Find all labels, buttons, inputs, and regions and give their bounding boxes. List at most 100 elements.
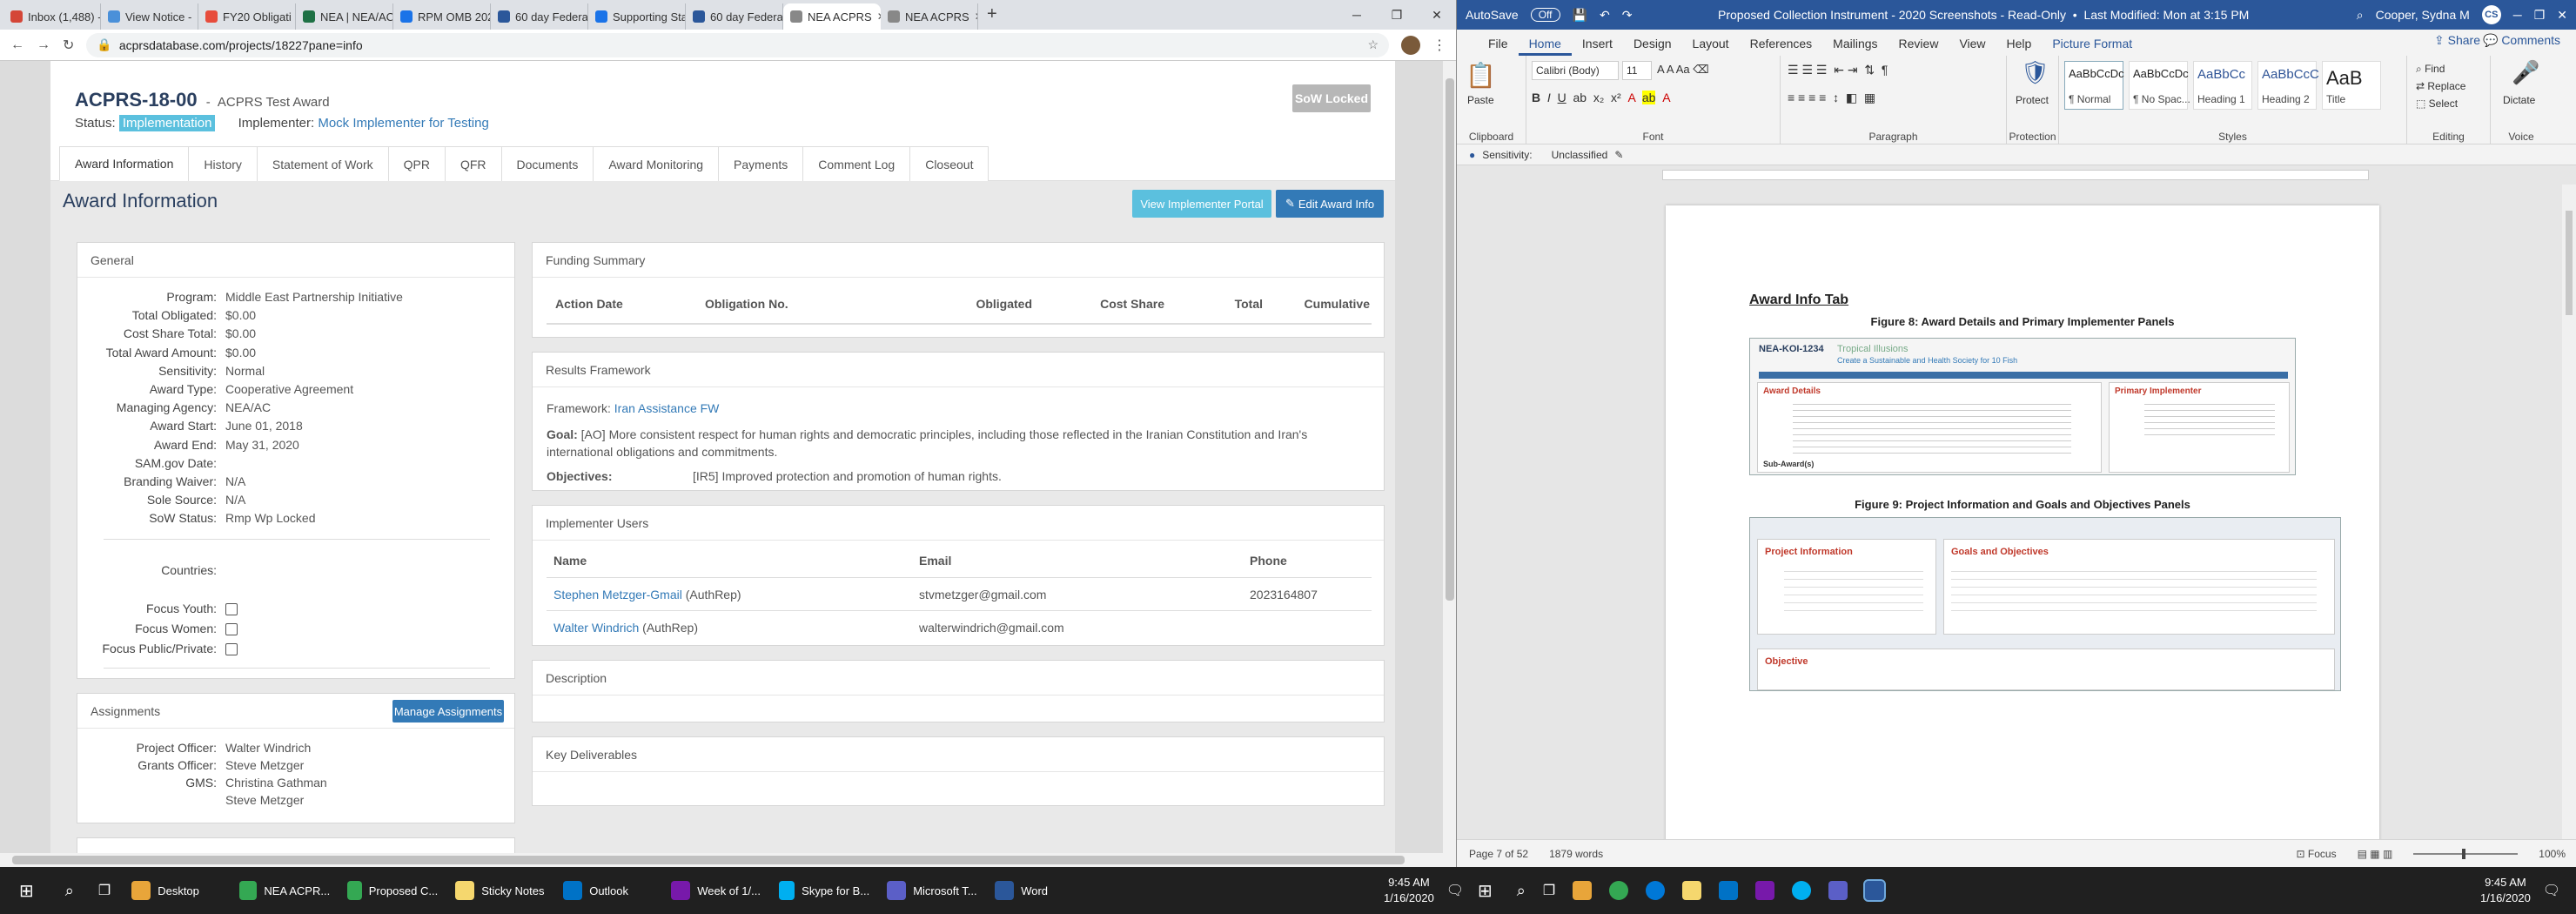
ribbon-tab-layout[interactable]: Layout	[1682, 37, 1740, 56]
taskbar-app[interactable]: Sticky Notes	[446, 867, 554, 914]
grants-officer-link[interactable]: Steve Metzger	[225, 758, 304, 772]
tab-statement-of-work[interactable]: Statement of Work	[256, 146, 389, 181]
task-view-icon[interactable]: ❐	[86, 867, 123, 914]
taskbar-app[interactable]: Proposed C...	[339, 867, 446, 914]
minimize-icon[interactable]: ─	[1337, 8, 1377, 22]
style-preset[interactable]: AaBbCcDc ¶ No Spac...	[2129, 61, 2190, 110]
select-button[interactable]: ⬚ Select	[2416, 97, 2458, 110]
tab-closeout[interactable]: Closeout	[909, 146, 989, 181]
font-size-select[interactable]: 11	[1622, 61, 1652, 80]
tab-payments[interactable]: Payments	[718, 146, 804, 181]
find-button[interactable]: ⌕ Find	[2416, 63, 2445, 76]
replace-button[interactable]: ⇄ Replace	[2416, 80, 2465, 92]
word-icon[interactable]	[1863, 879, 1887, 902]
focus-checkbox[interactable]	[225, 623, 238, 635]
ribbon-tab-design[interactable]: Design	[1623, 37, 1682, 56]
sensitivity-value[interactable]: Unclassified	[1552, 149, 1608, 161]
share-button[interactable]: ⇪ Share	[2434, 33, 2480, 48]
tab-award-monitoring[interactable]: Award Monitoring	[593, 146, 720, 181]
ribbon-tab-mailings[interactable]: Mailings	[1822, 37, 1888, 56]
undo-icon[interactable]: ↶	[1600, 8, 1610, 23]
style-preset[interactable]: AaB Title	[2322, 61, 2381, 110]
tab-award-information[interactable]: Award Information	[59, 146, 190, 181]
list-icons[interactable]: ☰ ☰ ☰ ⇤ ⇥ ⇅ ¶	[1788, 63, 1888, 77]
url-input[interactable]: 🔒 acprsdatabase.com/projects/18227pane=i…	[86, 32, 1389, 57]
browser-tab[interactable]: NEA ACPRS✕	[881, 3, 978, 30]
browser-tab[interactable]: FY20 Obligati✕	[198, 3, 296, 30]
autosave-toggle[interactable]: Off	[1530, 8, 1560, 22]
taskbar-app[interactable]: Desktop	[123, 867, 231, 914]
browser-tab[interactable]: RPM OMB 202✕	[393, 3, 491, 30]
implementer-link[interactable]: Mock Implementer for Testing	[318, 116, 488, 131]
task-view-icon[interactable]: ❐	[1534, 867, 1564, 914]
project-officer-link[interactable]: Walter Windrich	[225, 741, 311, 755]
search-icon[interactable]: ⌕	[2357, 8, 2364, 23]
browser-tab[interactable]: Inbox (1,488) -✕	[3, 3, 101, 30]
restore-icon[interactable]: ❐	[1377, 8, 1417, 23]
close-icon[interactable]: ✕	[1417, 8, 1456, 23]
ribbon-tab-picture-format[interactable]: Picture Format	[2042, 37, 2143, 56]
tab-qpr[interactable]: QPR	[387, 146, 446, 181]
ribbon-tab-help[interactable]: Help	[1996, 37, 2043, 56]
tab-documents[interactable]: Documents	[500, 146, 594, 181]
save-icon[interactable]: 💾	[1573, 8, 1587, 23]
teams-icon[interactable]	[1828, 881, 1848, 900]
figure-9-image[interactable]: Project Information Goals and Objectives…	[1749, 517, 2341, 691]
ribbon-tab-review[interactable]: Review	[1888, 37, 1949, 56]
style-preset[interactable]: AaBbCc Heading 1	[2193, 61, 2252, 110]
focus-button[interactable]: ⊡ Focus	[2297, 848, 2337, 860]
taskbar-clock-right[interactable]: 9:45 AM 1/16/2020	[2480, 875, 2531, 906]
reload-icon[interactable]: ↻	[63, 37, 74, 54]
protect-icon[interactable]: 🛡	[2021, 59, 2049, 86]
user-name-link[interactable]: Stephen Metzger-Gmail	[553, 588, 682, 601]
user-name-link[interactable]: Walter Windrich	[553, 621, 639, 635]
protect-button[interactable]: Protect	[2016, 94, 2049, 106]
hscroll-thumb[interactable]	[12, 856, 1405, 864]
tab-qfr[interactable]: QFR	[444, 146, 502, 181]
document-scrollbar[interactable]	[2562, 185, 2576, 839]
ribbon-tab-home[interactable]: Home	[1518, 37, 1572, 56]
gms-link[interactable]: Christina Gathman	[225, 776, 327, 790]
ribbon-tab-file[interactable]: File	[1478, 37, 1519, 56]
taskbar-app[interactable]: Skype for B...	[770, 867, 878, 914]
close-icon[interactable]: ✕	[2557, 8, 2567, 23]
focus-checkbox[interactable]	[225, 643, 238, 655]
zoom-level[interactable]: 100%	[2539, 848, 2566, 860]
scroll-thumb[interactable]	[1446, 78, 1454, 601]
new-tab-icon[interactable]: +	[978, 4, 1006, 30]
align-icons[interactable]: ≡ ≡ ≡ ≡ ↕ ◧ ▦	[1788, 91, 1875, 105]
menu-icon[interactable]: ⋮	[1432, 37, 1446, 54]
zoom-slider[interactable]	[2413, 848, 2519, 859]
taskbar-app[interactable]: Week of 1/...	[662, 867, 770, 914]
field-value[interactable]: NEA/AC	[225, 400, 271, 414]
back-icon[interactable]: ←	[10, 37, 24, 53]
page-count[interactable]: Page 7 of 52	[1469, 848, 1528, 860]
ribbon-tab-references[interactable]: References	[1740, 37, 1823, 56]
browser-tab[interactable]: Supporting Sta✕	[588, 3, 686, 30]
style-preset[interactable]: AaBbCcDc ¶ Normal	[2064, 61, 2124, 110]
framework-link[interactable]: Iran Assistance FW	[614, 401, 720, 415]
skype-icon[interactable]	[1792, 881, 1812, 900]
restore-icon[interactable]: ❐	[2534, 8, 2546, 23]
ribbon-tab-insert[interactable]: Insert	[1572, 37, 1623, 56]
taskbar-app[interactable]: NEA ACPR...	[231, 867, 339, 914]
search-icon[interactable]: ⌕	[53, 867, 86, 914]
horizontal-scrollbar[interactable]	[0, 853, 1443, 867]
dictate-button[interactable]: Dictate	[2503, 94, 2535, 106]
font-name-select[interactable]: Calibri (Body)	[1532, 61, 1619, 80]
browser-tab[interactable]: 60 day Federal✕	[686, 3, 783, 30]
microphone-icon[interactable]: 🎤	[2512, 59, 2539, 86]
view-icons[interactable]: ▤ ▦ ▥	[2358, 848, 2393, 860]
browser-tab[interactable]: View Notice -✕	[101, 3, 198, 30]
style-preset[interactable]: AaBbCcC Heading 2	[2257, 61, 2319, 110]
taskbar-clock-left[interactable]: 9:45 AM 1/16/2020	[1384, 875, 1434, 906]
star-icon[interactable]: ☆	[1367, 37, 1379, 52]
start-button-2[interactable]: ⊞	[1462, 867, 1508, 914]
file-explorer-icon[interactable]	[1573, 881, 1593, 900]
edge-icon[interactable]	[1646, 881, 1666, 900]
forward-icon[interactable]: →	[37, 37, 50, 53]
view-implementer-portal-button[interactable]: View Implementer Portal	[1132, 190, 1271, 218]
browser-tab[interactable]: NEA ACPRS✕	[783, 3, 881, 30]
doc-scroll-thumb[interactable]	[2566, 211, 2573, 315]
taskbar-app[interactable]: Word	[986, 867, 1094, 914]
